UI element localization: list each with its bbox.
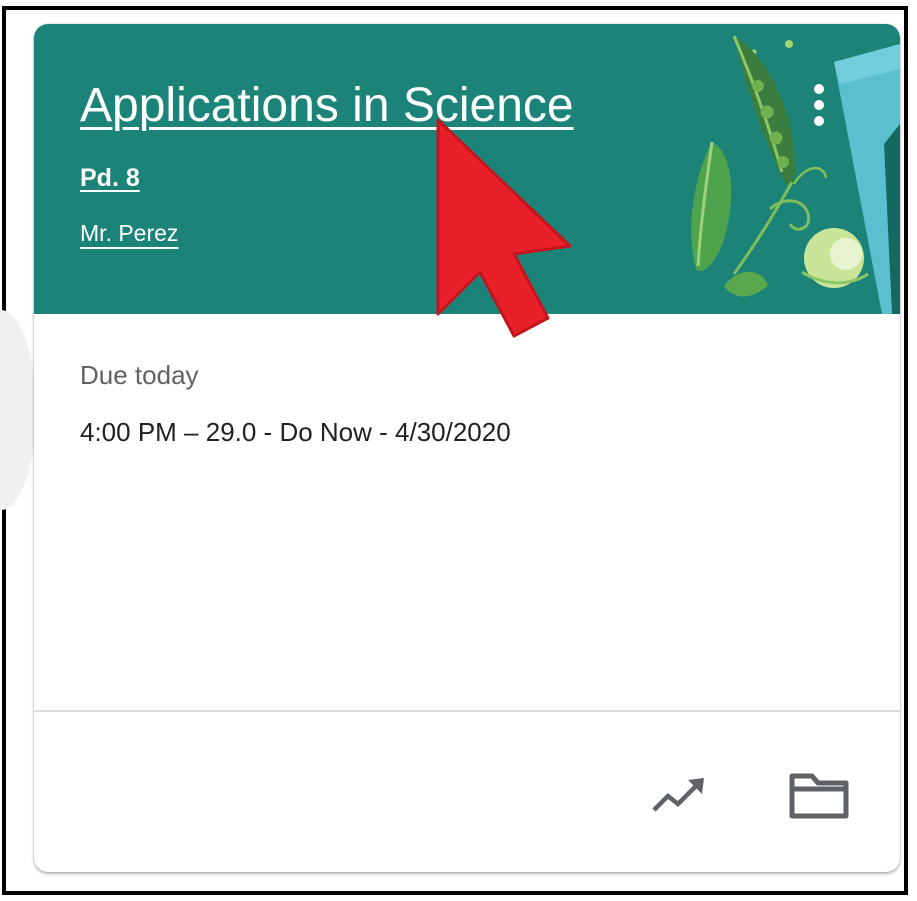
class-card-footer (34, 712, 900, 872)
class-card-header[interactable]: Applications in Science Pd. 8 Mr. Perez (34, 24, 900, 314)
trending-up-icon[interactable] (650, 772, 710, 822)
due-assignment-link[interactable]: 4:00 PM – 29.0 - Do Now - 4/30/2020 (80, 417, 511, 448)
more-vert-icon[interactable] (804, 80, 834, 136)
class-section-link[interactable]: Pd. 8 (80, 164, 140, 193)
teacher-name-link[interactable]: Mr. Perez (80, 220, 178, 247)
class-title-link[interactable]: Applications in Science (80, 76, 574, 136)
peas-illustration (691, 35, 900, 314)
class-card-body: Due today 4:00 PM – 29.0 - Do Now - 4/30… (34, 314, 900, 710)
background-circle (0, 310, 36, 510)
class-card[interactable]: Applications in Science Pd. 8 Mr. Perez … (34, 24, 900, 872)
folder-icon[interactable] (786, 768, 852, 824)
due-today-label: Due today (80, 360, 199, 390)
